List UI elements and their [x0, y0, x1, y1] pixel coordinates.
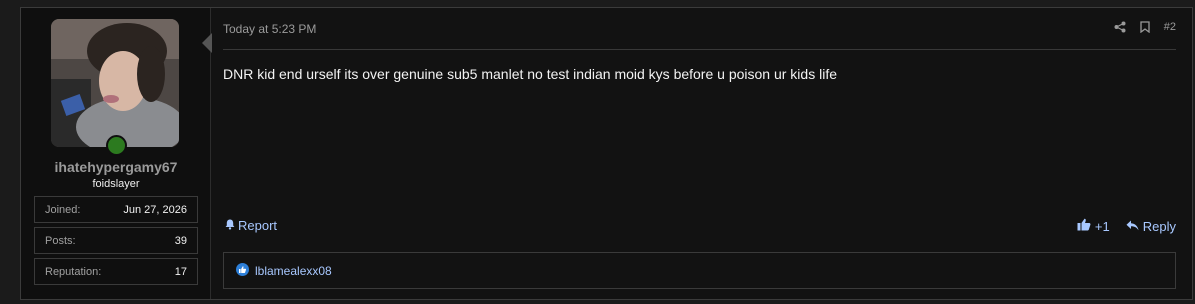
- reaction-user-link[interactable]: lblamealexx08: [255, 264, 332, 278]
- online-status-indicator: [106, 135, 127, 156]
- stat-label: Joined:: [45, 203, 81, 216]
- avatar[interactable]: [51, 19, 179, 147]
- avatar-wrap: [51, 19, 179, 156]
- bell-icon: [225, 218, 235, 233]
- post-actions: +1 Reply: [1077, 218, 1176, 234]
- post-container: ihatehypergamy67 foidslayer Joined: Jun …: [20, 7, 1193, 300]
- user-info-panel: ihatehypergamy67 foidslayer Joined: Jun …: [21, 8, 212, 299]
- stat-value: 17: [174, 265, 187, 278]
- reply-button[interactable]: Reply: [1126, 219, 1176, 234]
- post-number[interactable]: #2: [1164, 21, 1176, 33]
- bookmark-icon[interactable]: [1140, 21, 1150, 33]
- stat-label: Posts:: [45, 234, 76, 247]
- post-timestamp[interactable]: Today at 5:23 PM: [223, 22, 316, 36]
- stat-label: Reputation:: [45, 265, 102, 278]
- share-icon[interactable]: [1114, 21, 1126, 33]
- username[interactable]: ihatehypergamy67: [21, 159, 211, 175]
- reactions-bar: lblamealexx08: [223, 252, 1176, 289]
- user-stats: Joined: Jun 27, 2026 Posts: 39 Reputatio…: [34, 196, 198, 289]
- like-count: +1: [1094, 218, 1110, 234]
- stat-reputation: Reputation: 17: [34, 258, 198, 285]
- like-reaction-icon: [236, 262, 249, 279]
- post-main: Today at 5:23 PM #2 DNR kid end urself i…: [211, 8, 1192, 299]
- stat-value: 39: [174, 234, 187, 247]
- thumbs-up-icon: [1077, 218, 1091, 234]
- divider: [223, 49, 1176, 50]
- like-button[interactable]: +1: [1077, 218, 1110, 234]
- reply-icon: [1126, 219, 1139, 234]
- report-label: Report: [238, 218, 278, 233]
- post-content: DNR kid end urself its over genuine sub5…: [223, 66, 837, 82]
- reply-label: Reply: [1142, 218, 1176, 234]
- stat-posts: Posts: 39: [34, 227, 198, 254]
- user-title: foidslayer: [92, 178, 140, 190]
- stat-value: Jun 27, 2026: [123, 203, 187, 216]
- report-button[interactable]: Report: [225, 218, 277, 233]
- post-tools: #2: [1114, 21, 1176, 33]
- stat-joined: Joined: Jun 27, 2026: [34, 196, 198, 223]
